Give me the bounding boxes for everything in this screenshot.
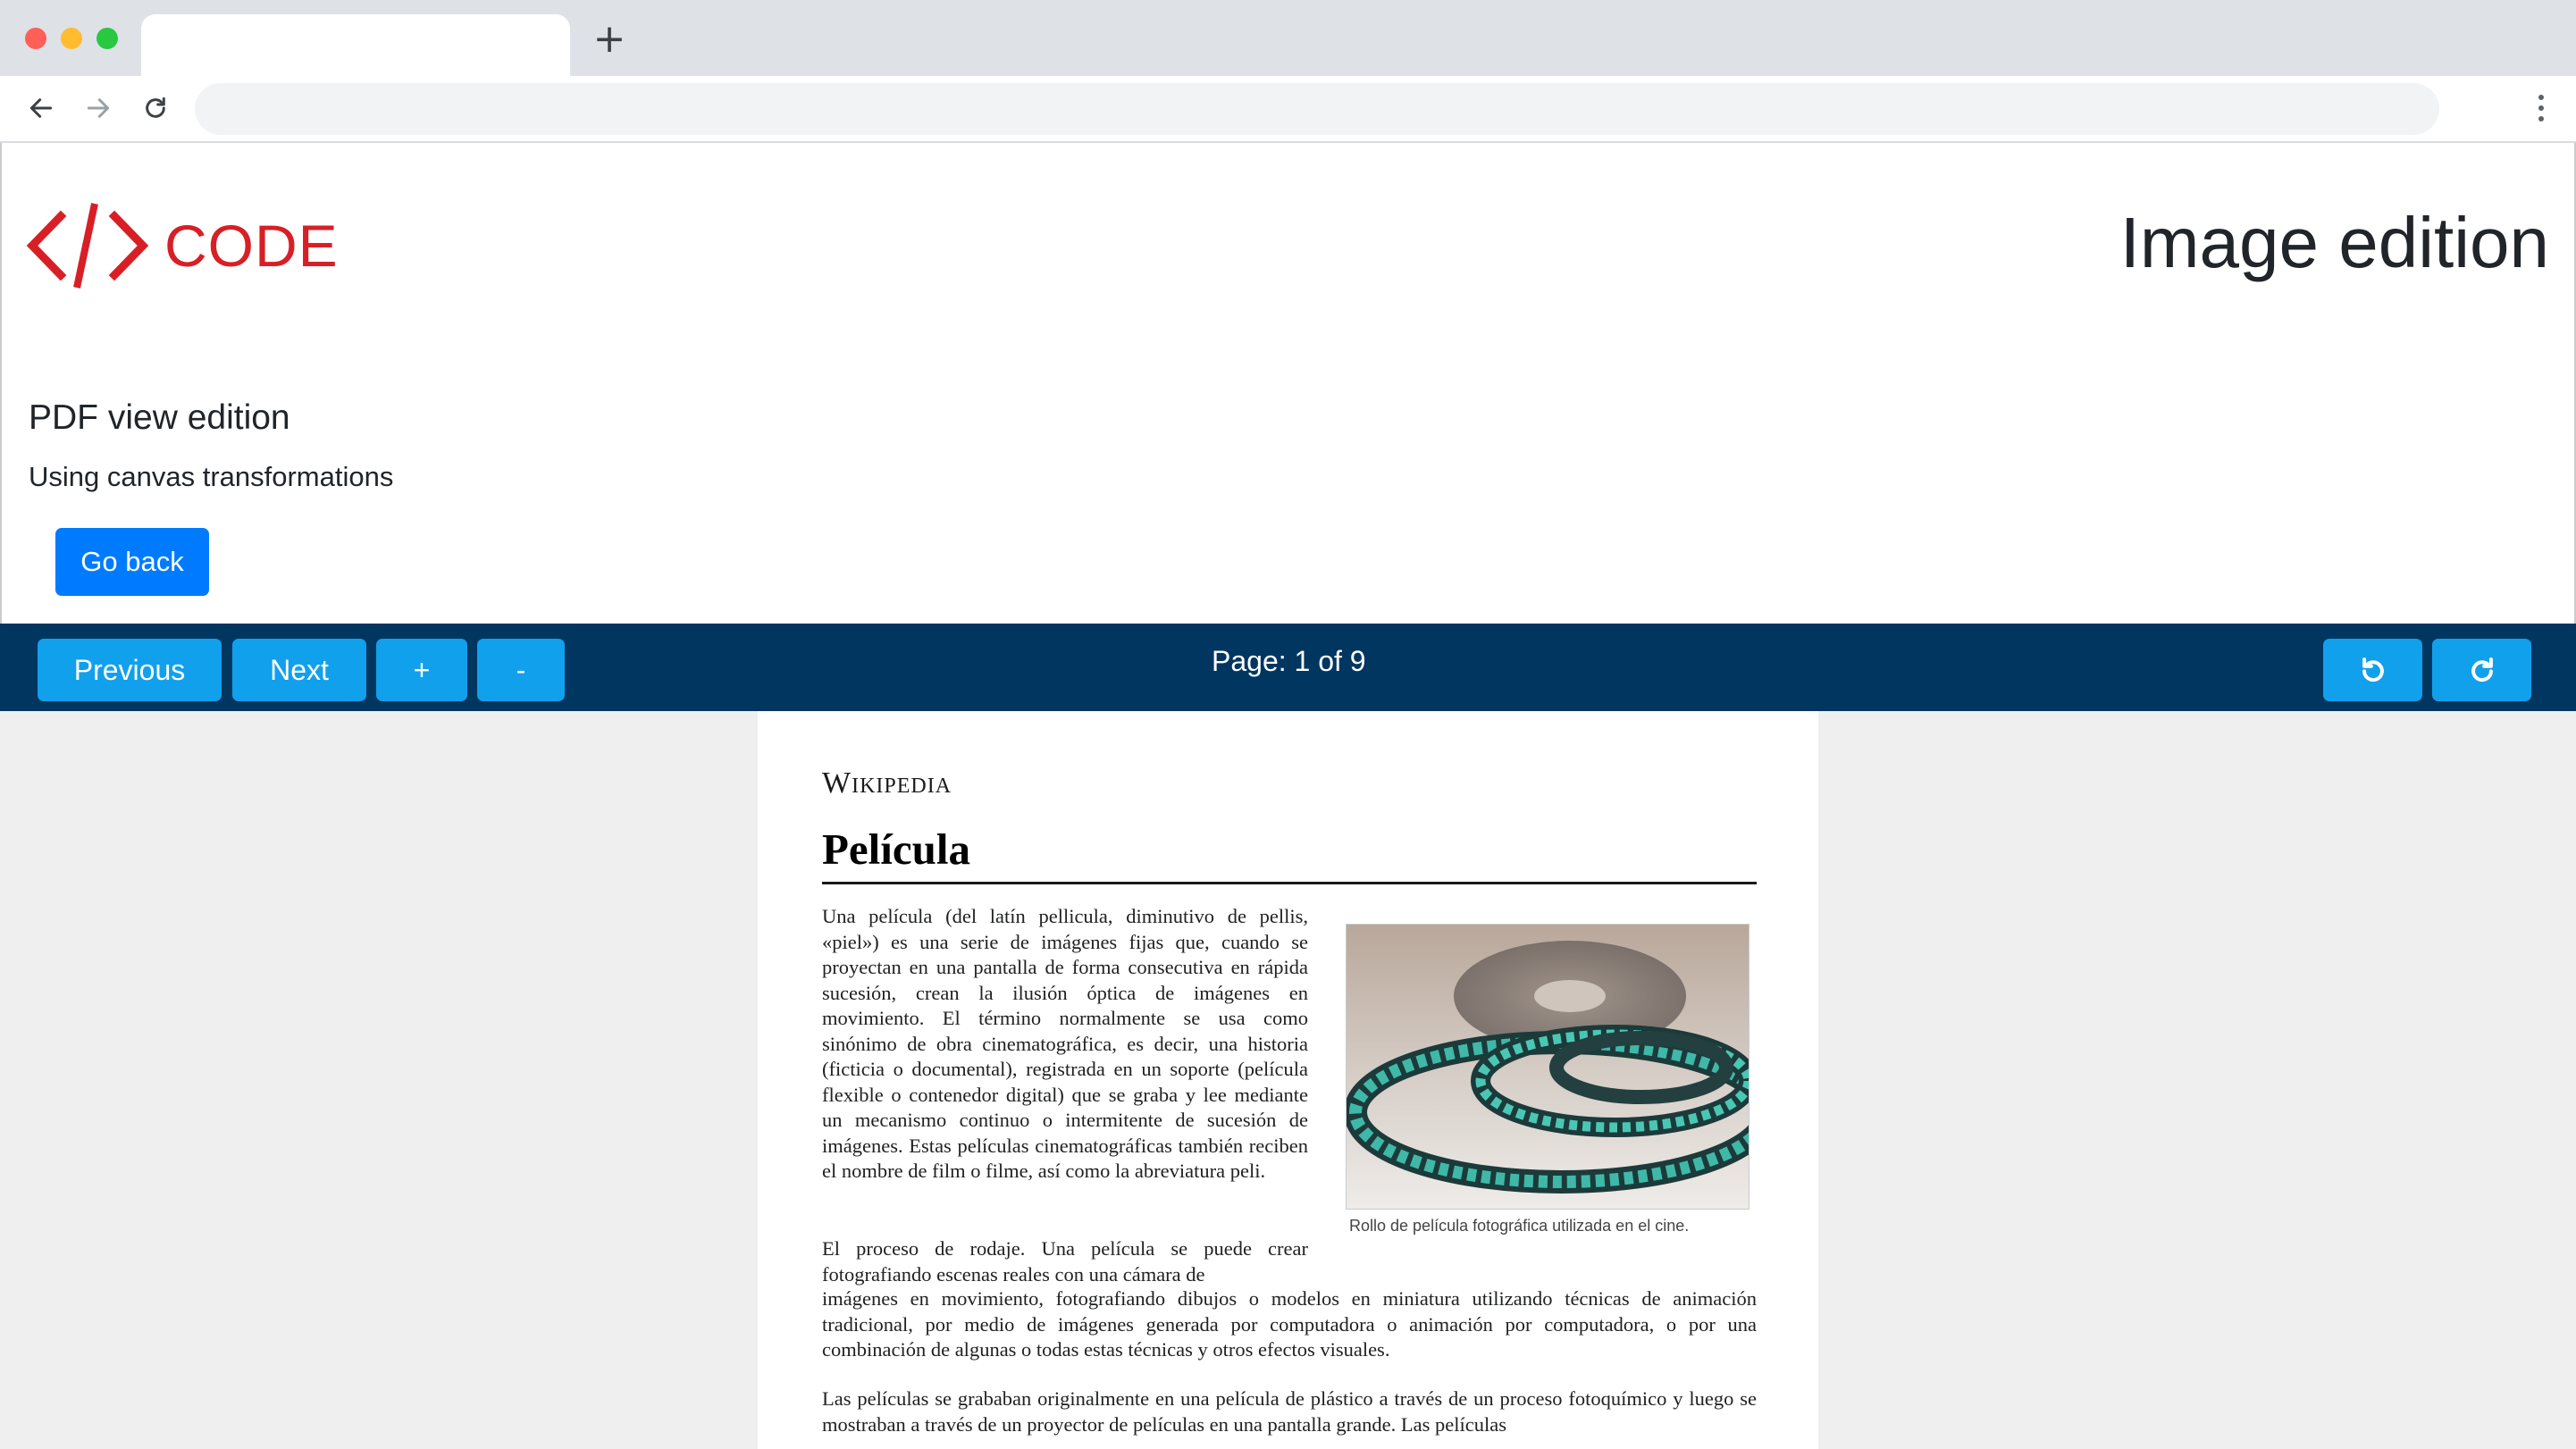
page-indicator: Page: 1 of 9 <box>1212 645 1366 677</box>
go-back-button[interactable]: Go back <box>55 528 209 596</box>
menu-dot-icon <box>2538 116 2544 121</box>
rotate-left-button[interactable] <box>2323 639 2422 701</box>
new-tab-button[interactable]: + <box>590 20 629 59</box>
arrow-left-icon <box>29 98 53 118</box>
pdf-page-canvas: Wikipedia Película Una película (del lat… <box>758 711 1818 1449</box>
rotate-right-icon <box>2471 657 2493 683</box>
section-title: PDF view edition <box>29 398 290 437</box>
rotate-left-icon <box>2362 657 2384 683</box>
pdf-viewer[interactable]: Wikipedia Película Una película (del lat… <box>0 711 2576 1449</box>
menu-dot-icon <box>2538 105 2544 111</box>
reload-button[interactable] <box>136 88 175 128</box>
zoom-out-button[interactable]: - <box>477 639 565 701</box>
address-bar[interactable] <box>195 83 2439 135</box>
page-title: Image edition <box>2119 203 2549 282</box>
article-paragraph: Una película (del latín pellicula, dimin… <box>822 905 1308 1182</box>
back-button[interactable] <box>21 88 61 128</box>
menu-dot-icon <box>2538 95 2544 100</box>
wikipedia-wordmark: Wikipedia <box>822 766 952 800</box>
logo-text: CODE <box>164 213 339 279</box>
article-paragraph: Las películas se grababan originalmente … <box>822 1387 1757 1436</box>
next-page-button[interactable]: Next <box>232 639 366 701</box>
browser-tab[interactable] <box>141 14 570 76</box>
minimize-window-button[interactable] <box>61 28 82 49</box>
previous-page-button[interactable]: Previous <box>38 639 222 701</box>
forward-button[interactable] <box>79 88 118 128</box>
maximize-window-button[interactable] <box>96 28 118 49</box>
article-title: Película <box>822 825 971 874</box>
reload-icon <box>146 96 165 118</box>
figure-caption: Rollo de película fotográfica utilizada … <box>1349 1217 1690 1235</box>
article-paragraph: imágenes en movimiento, fotografiando di… <box>822 1287 1757 1361</box>
section-subtitle: Using canvas transformations <box>29 461 394 492</box>
rotate-right-button[interactable] <box>2432 639 2531 701</box>
browser-tab-strip: + <box>0 0 2576 76</box>
article-paragraph: El proceso de rodaje. Una película se pu… <box>822 1237 1308 1286</box>
code-logo[interactable]: CODE <box>27 200 339 291</box>
zoom-in-button[interactable]: + <box>376 639 467 701</box>
browser-menu-button[interactable] <box>2528 88 2555 128</box>
code-brackets-icon <box>27 203 148 289</box>
title-divider <box>822 882 1757 884</box>
browser-toolbar <box>0 76 2576 143</box>
film-reel-image <box>1346 924 1749 1210</box>
close-window-button[interactable] <box>25 28 46 49</box>
arrow-right-icon <box>87 98 110 118</box>
